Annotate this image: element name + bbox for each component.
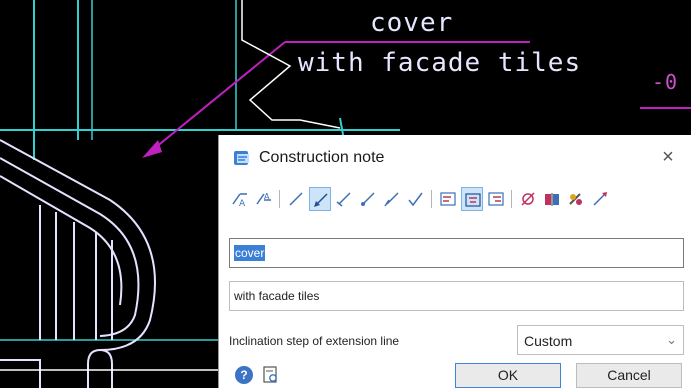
- toolbar-separator: [511, 190, 512, 208]
- cad-text-line1[interactable]: cover: [370, 8, 453, 38]
- svg-text:A: A: [239, 199, 246, 208]
- cad-text-line2[interactable]: with facade tiles: [298, 48, 581, 78]
- note-text-line2-value: with facade tiles: [234, 289, 320, 303]
- dialog-titlebar[interactable]: Construction note ×: [219, 135, 691, 179]
- chevron-down-icon[interactable]: ⌄: [666, 332, 677, 348]
- pick-leader-icon[interactable]: [589, 187, 611, 211]
- cad-level-mark: -0: [652, 70, 679, 94]
- inclination-step-value: Custom: [524, 333, 573, 349]
- leader-plain-icon[interactable]: [405, 187, 427, 211]
- palette-icon[interactable]: [565, 187, 587, 211]
- leader-arrow-icon[interactable]: [309, 187, 331, 211]
- align-center-icon[interactable]: [461, 187, 483, 211]
- help-icon[interactable]: ?: [235, 366, 253, 384]
- no-leader-icon[interactable]: [517, 187, 539, 211]
- ok-button[interactable]: OK: [455, 363, 561, 388]
- preferences-icon[interactable]: [263, 366, 279, 384]
- leader-style-toolbar: A A: [229, 185, 684, 215]
- toolbar-separator: [431, 190, 432, 208]
- book-icon[interactable]: [541, 187, 563, 211]
- note-text-line2-input[interactable]: with facade tiles: [229, 281, 684, 311]
- toolbar-separator: [279, 190, 280, 208]
- note-text-line1-input[interactable]: cover: [229, 238, 684, 268]
- leader-dot-icon[interactable]: [357, 187, 379, 211]
- svg-text:A: A: [264, 192, 270, 201]
- inclination-step-label: Inclination step of extension line: [229, 334, 400, 348]
- text-below-line-icon[interactable]: A: [253, 187, 275, 211]
- align-right-icon[interactable]: [485, 187, 507, 211]
- leader-tick-icon[interactable]: [333, 187, 355, 211]
- dialog-footer: ? OK Cancel: [219, 363, 691, 388]
- dialog-title: Construction note: [259, 149, 385, 166]
- close-icon[interactable]: ×: [655, 144, 681, 170]
- construction-note-dialog: Construction note × A A cover with facad…: [218, 135, 691, 388]
- cancel-button[interactable]: Cancel: [576, 363, 682, 388]
- inclination-step-select[interactable]: Custom ⌄: [517, 325, 684, 355]
- leader-slash-icon[interactable]: [381, 187, 403, 211]
- align-left-icon[interactable]: [437, 187, 459, 211]
- construction-note-app-icon: [234, 151, 249, 165]
- selected-text: cover: [234, 245, 266, 261]
- leader-straight-icon[interactable]: [285, 187, 307, 211]
- text-above-line-icon[interactable]: A: [229, 187, 251, 211]
